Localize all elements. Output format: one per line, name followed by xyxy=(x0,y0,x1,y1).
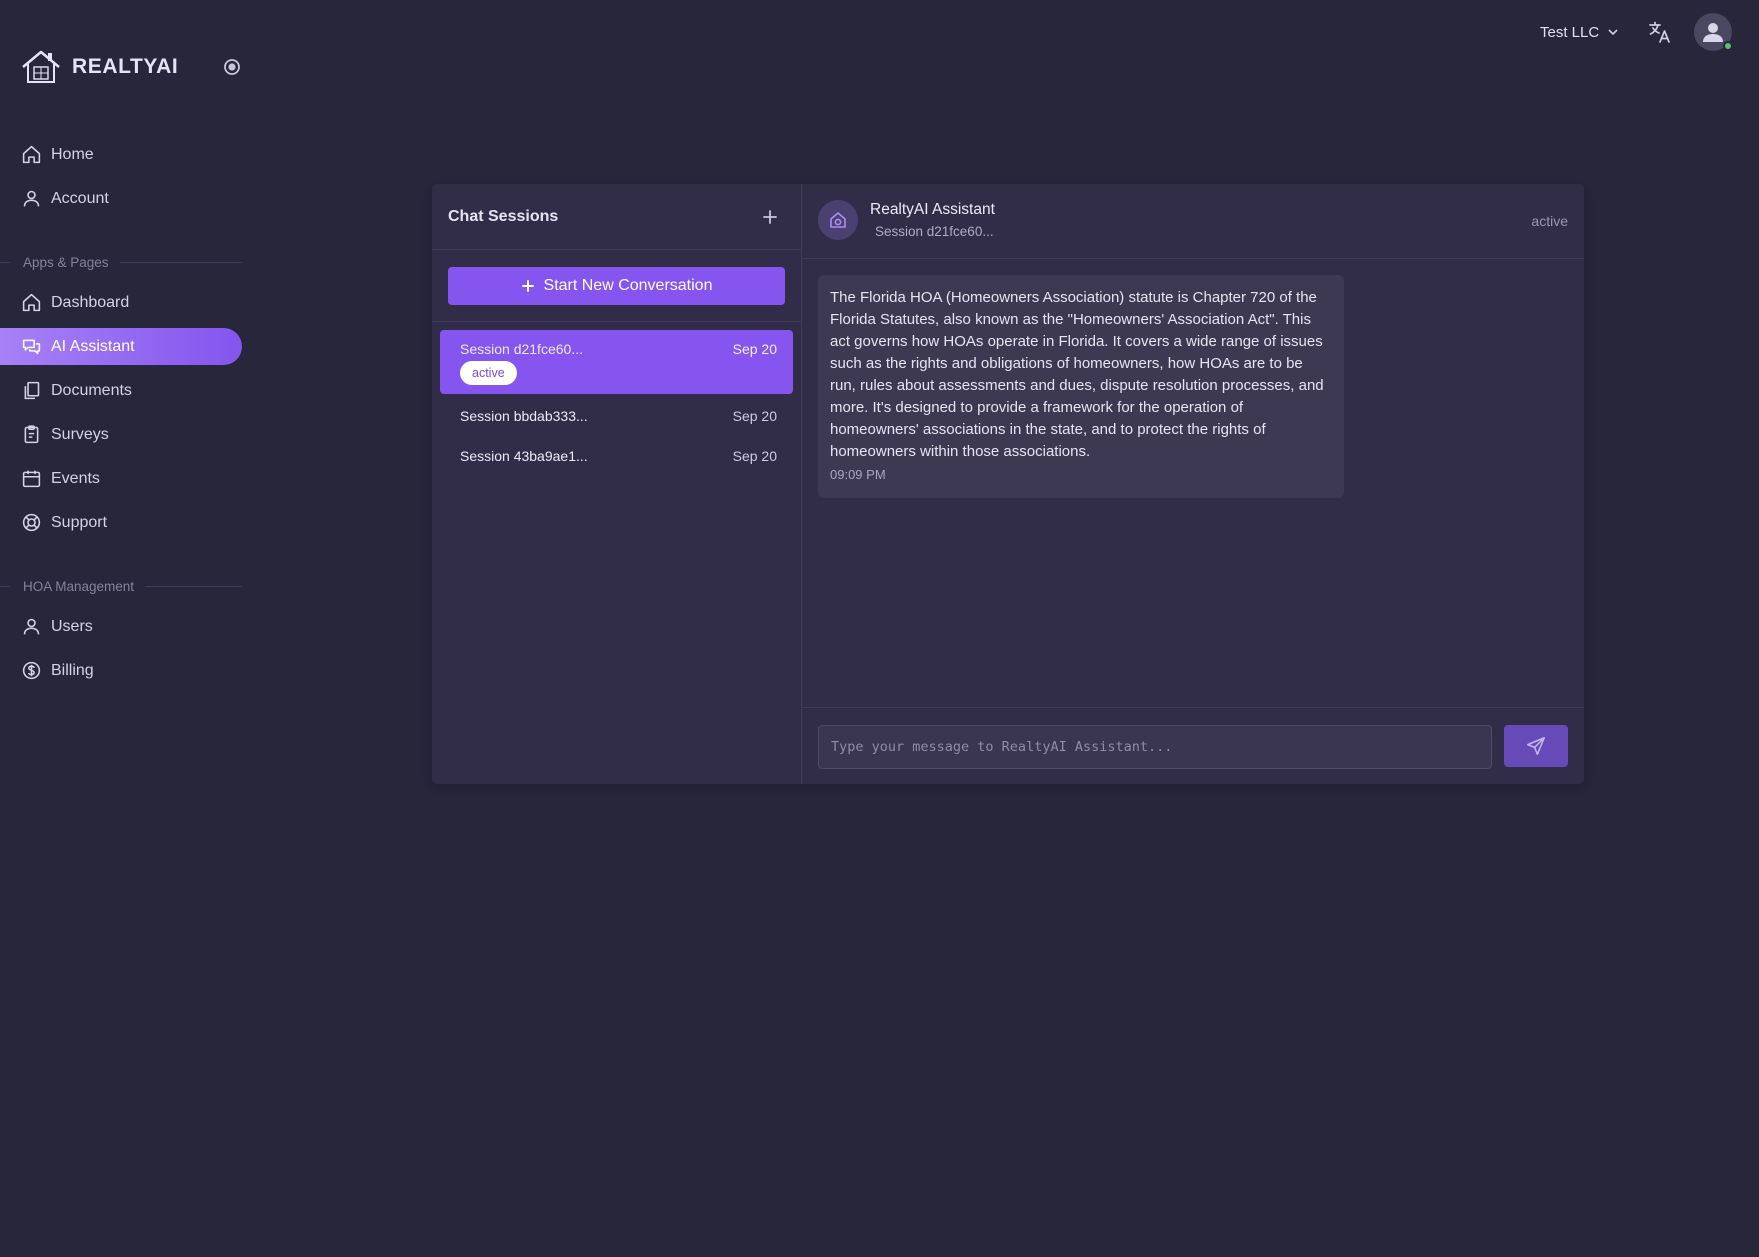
clipboard-icon xyxy=(24,425,39,444)
chevron-down-icon xyxy=(1608,29,1618,36)
add-session-plus-icon[interactable] xyxy=(758,205,782,229)
logo-icon xyxy=(22,50,60,83)
sidebar-item-events[interactable]: Events xyxy=(0,460,242,497)
chat-sessions-panel: Chat Sessions Start New Conversation Ses… xyxy=(432,184,802,784)
assistant-session-id: Session d21fce60... xyxy=(875,224,994,239)
section-header-label: Apps & Pages xyxy=(23,254,109,270)
conversation-status: active xyxy=(1531,213,1568,229)
sidebar-item-account[interactable]: Account xyxy=(0,180,242,217)
start-new-conversation-button[interactable]: Start New Conversation xyxy=(448,267,785,305)
start-new-conversation-label: Start New Conversation xyxy=(543,277,713,294)
sidebar-item-users[interactable]: Users xyxy=(0,608,242,645)
calendar-icon xyxy=(22,470,41,488)
translate-icon[interactable] xyxy=(1647,19,1673,45)
sidebar-item-billing[interactable]: Billing xyxy=(0,652,242,689)
message-composer xyxy=(802,707,1584,784)
session-status-badge: active xyxy=(460,361,517,385)
sidebar-item-label: Surveys xyxy=(51,425,109,443)
sidebar-item-support[interactable]: Support xyxy=(0,504,242,541)
session-date: Sep 20 xyxy=(732,408,777,424)
sidebar-item-home[interactable]: Home xyxy=(0,136,242,173)
chat-sessions-header: Chat Sessions xyxy=(432,184,801,250)
user-avatar-icon xyxy=(1703,23,1723,42)
online-status-dot xyxy=(1723,41,1733,51)
brand[interactable]: REALTYAI xyxy=(20,47,178,87)
org-name: Test LLC xyxy=(1540,23,1600,41)
sidebar-item-ai-assistant[interactable]: AI Assistant xyxy=(0,328,242,365)
sidebar: REALTYAI Home Account Apps & Pages Dashb… xyxy=(0,0,260,1257)
sidebar-item-label: Events xyxy=(51,469,100,487)
chat-card: Chat Sessions Start New Conversation Ses… xyxy=(432,184,1584,784)
sidebar-item-label: Home xyxy=(51,145,94,163)
sidebar-item-label: AI Assistant xyxy=(51,337,135,355)
lifebuoy-icon xyxy=(22,513,41,532)
robot-icon xyxy=(830,212,846,228)
chat-icon xyxy=(22,339,41,355)
conversation-panel: RealtyAI Assistant Session d21fce60... a… xyxy=(802,184,1584,784)
home-icon xyxy=(22,145,41,164)
message-input[interactable] xyxy=(818,725,1492,769)
session-name: Session bbdab333... xyxy=(460,408,588,424)
sidebar-item-label: Documents xyxy=(51,381,132,399)
session-name: Session 43ba9ae1... xyxy=(460,448,588,464)
sidebar-item-label: Support xyxy=(51,513,108,531)
sidebar-item-label: Billing xyxy=(51,661,94,679)
session-item[interactable]: Session bbdab333... Sep 20 xyxy=(440,398,793,434)
conversation-header: RealtyAI Assistant Session d21fce60... a… xyxy=(802,184,1584,259)
session-date: Sep 20 xyxy=(732,341,777,357)
section-header-apps-pages: Apps & Pages xyxy=(0,252,242,272)
message-timestamp: 09:09 PM xyxy=(830,467,886,482)
session-name: Session d21fce60... xyxy=(460,341,583,357)
dollar-icon xyxy=(22,661,41,680)
message-text: The Florida HOA (Homeowners Association)… xyxy=(830,289,1324,460)
section-header-label: HOA Management xyxy=(23,578,135,594)
session-item[interactable]: Session d21fce60... Sep 20 active xyxy=(440,330,793,394)
sidebar-item-label: Account xyxy=(51,189,109,207)
user-icon xyxy=(23,618,40,635)
send-button[interactable] xyxy=(1504,725,1568,767)
sidebar-item-surveys[interactable]: Surveys xyxy=(0,416,242,453)
assistant-name: RealtyAI Assistant xyxy=(870,201,995,218)
user-icon xyxy=(23,190,40,207)
assistant-message: The Florida HOA (Homeowners Association)… xyxy=(818,275,1344,498)
send-icon xyxy=(1526,736,1546,756)
chat-sessions-title: Chat Sessions xyxy=(448,208,559,225)
section-header-hoa-management: HOA Management xyxy=(0,576,242,596)
session-date: Sep 20 xyxy=(732,448,777,464)
sessions-divider xyxy=(432,321,801,322)
plus-icon xyxy=(521,280,534,292)
org-switcher[interactable]: Test LLC xyxy=(1540,20,1620,44)
sidebar-item-label: Users xyxy=(51,617,93,635)
assistant-avatar xyxy=(818,200,858,240)
home-icon xyxy=(22,293,41,312)
documents-icon xyxy=(24,381,40,400)
session-item[interactable]: Session 43ba9ae1... Sep 20 xyxy=(440,438,793,474)
sidebar-item-documents[interactable]: Documents xyxy=(0,372,242,409)
sidebar-item-label: Dashboard xyxy=(51,293,130,311)
brand-name: REALTYAI xyxy=(72,55,179,78)
app-root: REALTYAI Home Account Apps & Pages Dashb… xyxy=(0,0,1759,1257)
sidebar-item-dashboard[interactable]: Dashboard xyxy=(0,284,242,321)
sidebar-collapse-toggle-icon[interactable] xyxy=(223,58,241,76)
